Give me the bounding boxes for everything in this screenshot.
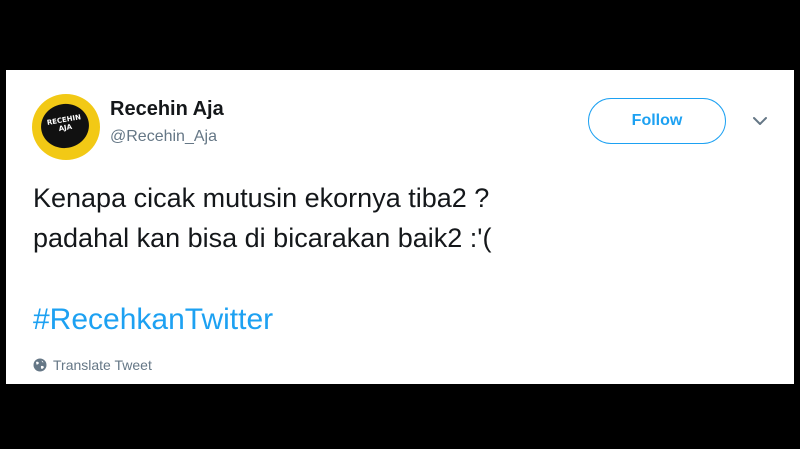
author-handle[interactable]: @Recehin_Aja — [110, 128, 217, 146]
follow-button[interactable]: Follow — [588, 98, 726, 144]
globe-icon — [33, 358, 47, 372]
translate-label: Translate Tweet — [53, 357, 152, 373]
hashtag-link[interactable]: #RecehkanTwitter — [33, 303, 273, 337]
chevron-down-icon[interactable] — [750, 114, 770, 128]
tweet-text-line: Kenapa cicak mutusin ekornya tiba2 ? — [33, 183, 490, 213]
tweet-text: Kenapa cicak mutusin ekornya tiba2 ? pad… — [33, 178, 773, 258]
screenshot-frame: RECEHIN AJA Recehin Aja @Recehin_Aja Fol… — [0, 0, 800, 449]
author-name[interactable]: Recehin Aja — [110, 98, 224, 121]
translate-tweet-link[interactable]: Translate Tweet — [33, 356, 152, 374]
tweet-text-line: padahal kan bisa di bicarakan baik2 :'( — [33, 223, 492, 253]
avatar-logo: RECEHIN AJA — [37, 100, 93, 152]
avatar[interactable]: RECEHIN AJA — [32, 94, 100, 160]
tweet-card: RECEHIN AJA Recehin Aja @Recehin_Aja Fol… — [6, 70, 794, 384]
